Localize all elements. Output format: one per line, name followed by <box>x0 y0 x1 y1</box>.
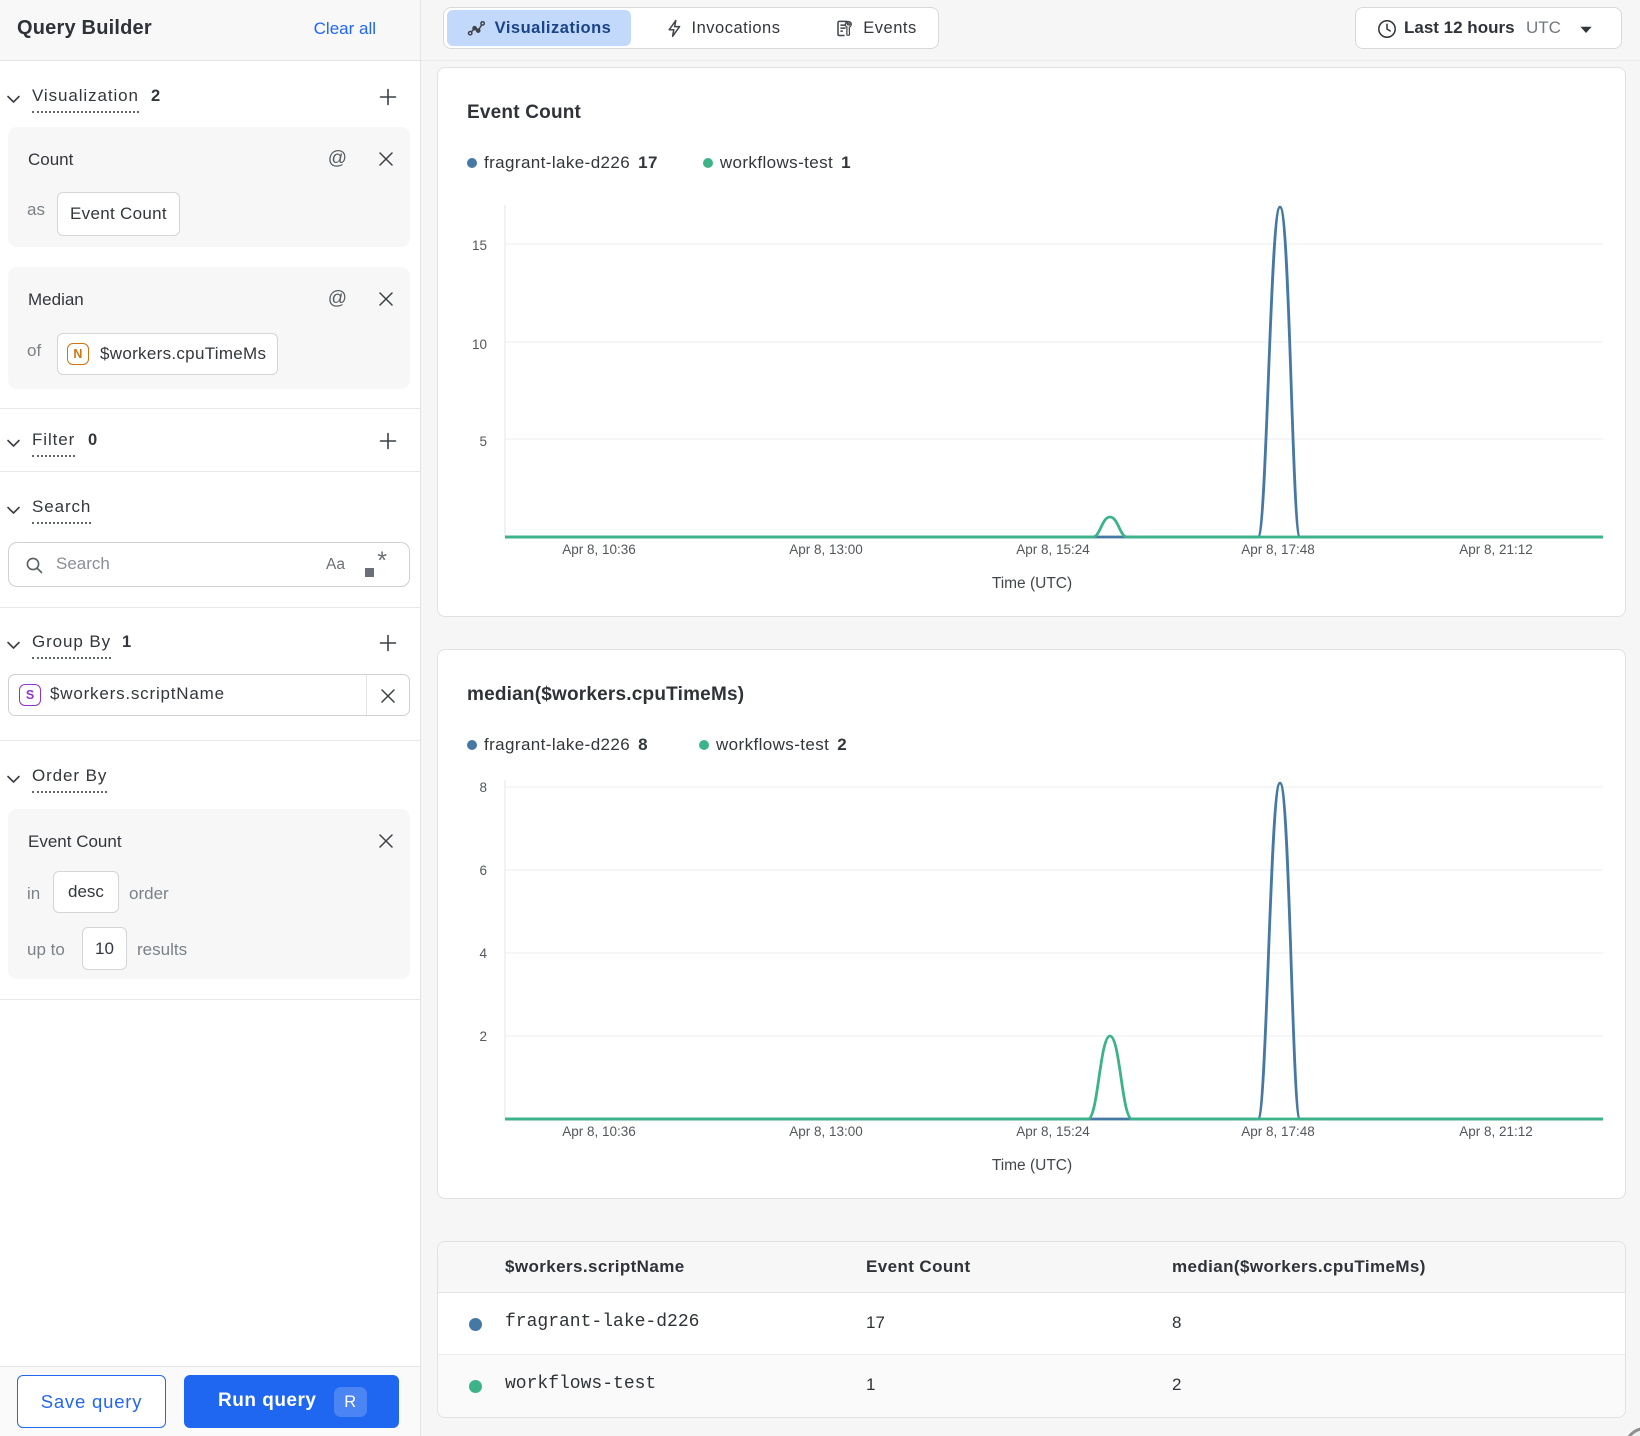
svg-text:2: 2 <box>479 1029 487 1044</box>
svg-text:10: 10 <box>472 337 487 352</box>
svg-text:Apr 8, 13:00: Apr 8, 13:00 <box>789 1124 863 1139</box>
svg-text:Time (UTC): Time (UTC) <box>992 1157 1072 1174</box>
svg-text:Apr 8, 10:36: Apr 8, 10:36 <box>562 542 636 557</box>
svg-text:15: 15 <box>472 238 487 253</box>
svg-text:Apr 8, 15:24: Apr 8, 15:24 <box>1016 542 1090 557</box>
svg-text:5: 5 <box>479 434 487 449</box>
svg-text:Apr 8, 21:12: Apr 8, 21:12 <box>1459 542 1533 557</box>
svg-text:8: 8 <box>479 780 487 795</box>
svg-text:Apr 8, 21:12: Apr 8, 21:12 <box>1459 1124 1533 1139</box>
svg-text:6: 6 <box>479 863 487 878</box>
svg-text:Apr 8, 17:48: Apr 8, 17:48 <box>1241 1124 1315 1139</box>
svg-text:Time (UTC): Time (UTC) <box>992 575 1072 592</box>
svg-text:4: 4 <box>479 946 487 961</box>
svg-text:Apr 8, 13:00: Apr 8, 13:00 <box>789 542 863 557</box>
svg-text:Apr 8, 10:36: Apr 8, 10:36 <box>562 1124 636 1139</box>
svg-text:Apr 8, 15:24: Apr 8, 15:24 <box>1016 1124 1090 1139</box>
svg-text:Apr 8, 17:48: Apr 8, 17:48 <box>1241 542 1315 557</box>
